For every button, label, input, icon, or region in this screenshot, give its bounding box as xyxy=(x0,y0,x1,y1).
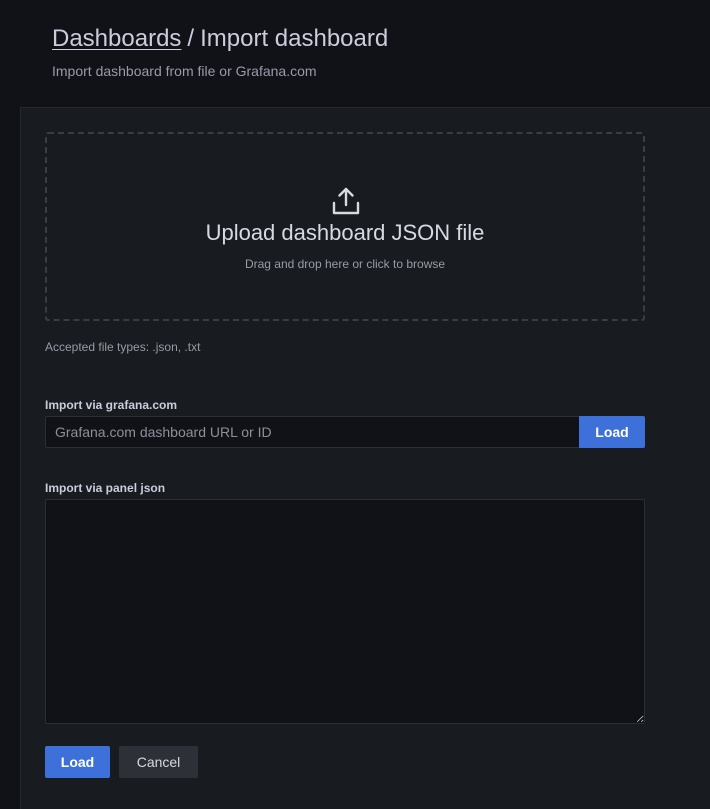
panel-json-label: Import via panel json xyxy=(45,481,166,495)
breadcrumb-dashboards-link[interactable]: Dashboards xyxy=(52,25,181,52)
cancel-button[interactable]: Cancel xyxy=(119,746,198,778)
grafana-url-input[interactable] xyxy=(45,416,580,448)
page-title: Dashboards / Import dashboard xyxy=(52,24,388,54)
grafana-import-label: Import via grafana.com xyxy=(45,398,178,412)
upload-title: Upload dashboard JSON file xyxy=(205,220,485,245)
grafana-load-button[interactable]: Load xyxy=(579,416,645,448)
file-upload-dropzone[interactable]: Upload dashboard JSON file Drag and drop… xyxy=(45,132,645,321)
page-header: Dashboards / Import dashboard Import dashb… xyxy=(0,0,710,107)
page-title-text: Import dashboard xyxy=(200,25,389,52)
load-button[interactable]: Load xyxy=(45,746,110,778)
import-form-panel: Upload dashboard JSON file Drag and drop… xyxy=(20,107,710,809)
accepted-file-types: Accepted file types: .json, .txt xyxy=(45,340,201,354)
page-subtitle: Import dashboard from file or Grafana.co… xyxy=(52,63,317,79)
upload-hint: Drag and drop here or click to browse xyxy=(244,257,446,271)
upload-icon xyxy=(332,187,360,215)
panel-json-textarea[interactable] xyxy=(45,499,645,724)
breadcrumb-separator: / xyxy=(187,25,195,52)
